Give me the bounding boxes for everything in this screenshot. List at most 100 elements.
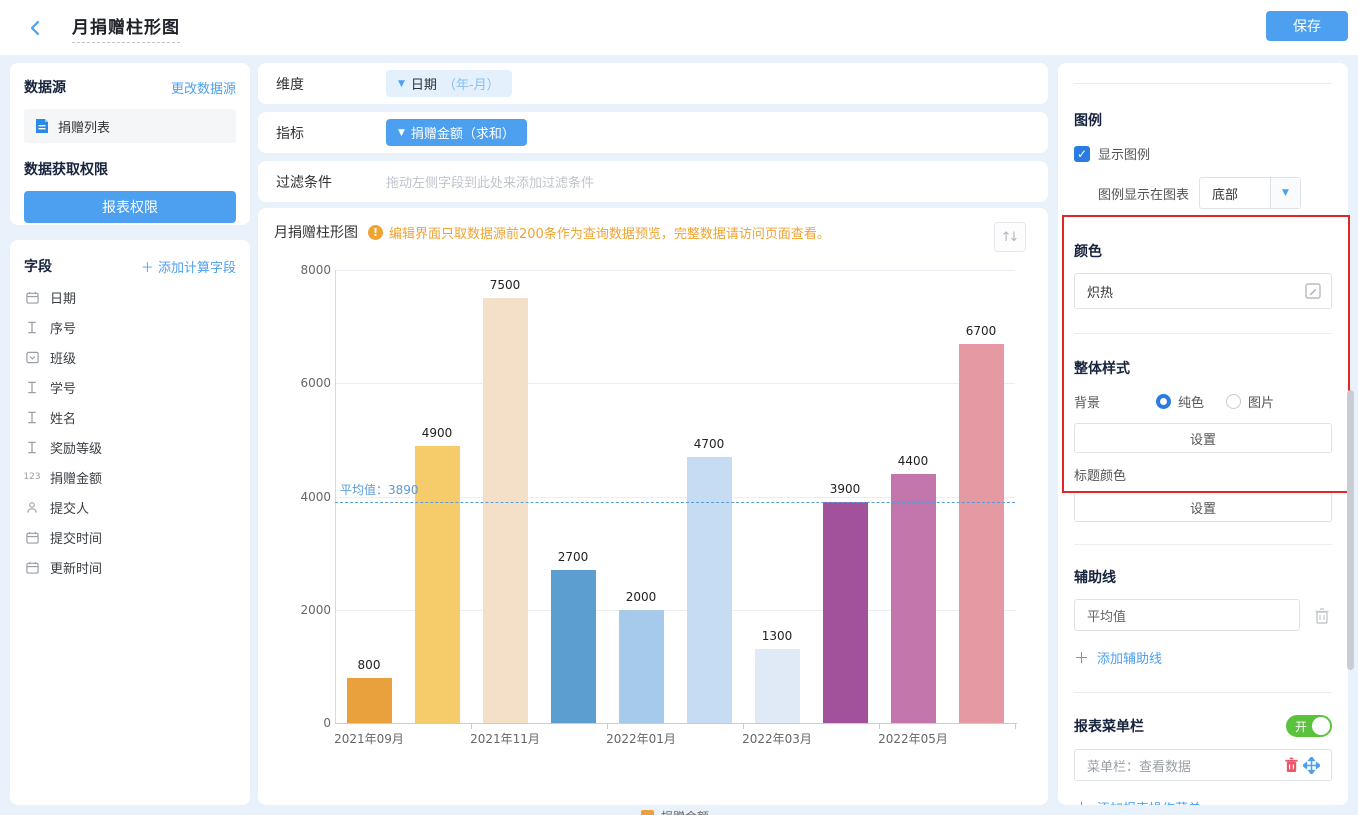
bar-value-label: 2700 [557, 550, 589, 565]
bar[interactable] [822, 502, 868, 723]
field-item[interactable]: 班级 [24, 342, 236, 372]
field-item[interactable]: 提交人 [24, 492, 236, 522]
metric-chip[interactable]: ▼ 捐赠金额（求和） [386, 119, 527, 146]
bg-solid-radio[interactable]: 纯色 [1156, 392, 1204, 411]
show-legend-label: 显示图例 [1098, 148, 1151, 163]
field-item[interactable]: 序号 [24, 312, 236, 342]
bar[interactable] [958, 343, 1004, 723]
datasource-item[interactable]: 捐赠列表 [24, 109, 236, 143]
background-set-button[interactable]: 设置 [1074, 423, 1332, 453]
move-menu-item-handle[interactable] [1301, 756, 1321, 774]
y-axis-tick-label: 8000 [300, 263, 331, 277]
field-item[interactable]: 更新时间 [24, 552, 236, 582]
checkbox-checked-icon[interactable]: ✓ [1074, 145, 1090, 162]
legend-position-label: 图例显示在图表 [1098, 187, 1190, 203]
dimension-chip[interactable]: ▼ 日期 （年-月） [386, 70, 512, 97]
bar[interactable] [686, 456, 732, 723]
bar[interactable] [754, 649, 800, 723]
bar[interactable] [482, 298, 528, 723]
x-axis-category-label: 2021年09月 [334, 732, 404, 746]
add-report-menu-link[interactable]: ＋ 添加报表操作菜单 [1074, 797, 1332, 805]
sort-arrows-icon: ↑↓ [1000, 229, 1020, 245]
field-item[interactable]: 姓名 [24, 402, 236, 432]
back-button[interactable] [22, 14, 50, 42]
field-item[interactable]: 123 捐赠金额 [23, 462, 236, 492]
plus-icon: ＋ [140, 260, 158, 276]
field-item[interactable]: 提交时间 [24, 522, 236, 552]
field-item[interactable]: 日期 [24, 282, 236, 312]
gridline [335, 270, 1015, 271]
x-axis-category-label: 2022年01月 [606, 732, 676, 746]
bar-chart-plot[interactable]: 0 2000 4000 6000 8000 800 4900 7500 2700 2000 4700… [300, 263, 1017, 815]
bar-value-label: 7500 [489, 278, 521, 293]
add-aux-line-link[interactable]: ＋ 添加辅助线 [1074, 647, 1332, 668]
bar[interactable] [550, 570, 596, 723]
bar[interactable] [414, 445, 460, 723]
bg-image-radio[interactable]: 图片 [1226, 392, 1274, 411]
title-color-set-button[interactable]: 设置 [1074, 492, 1332, 522]
bar-value-label: 3900 [829, 482, 861, 497]
divider [1074, 544, 1332, 545]
color-scheme-input[interactable]: 炽热 [1074, 273, 1332, 309]
edit-pencil-icon[interactable] [1305, 283, 1321, 299]
delete-aux-line-button[interactable] [1312, 607, 1332, 624]
x-axis-category-label: 2022年05月 [878, 732, 948, 746]
filter-row[interactable]: 过滤条件 拖动左侧字段到此处来添加过滤条件 [258, 161, 1048, 202]
menu-bar-toggle[interactable]: 开 [1286, 715, 1332, 737]
bar[interactable] [346, 677, 392, 723]
chevron-left-icon [30, 20, 40, 35]
bar-value-label: 800 [357, 657, 381, 672]
field-item[interactable]: 奖励等级 [24, 432, 236, 462]
x-axis-tick [607, 723, 608, 729]
title-color-label: 标题颜色 [1074, 469, 1127, 484]
aux-line-name-input[interactable]: 平均值 [1074, 599, 1300, 631]
plus-icon: ＋ [1074, 797, 1089, 805]
move-arrows-icon [1302, 756, 1320, 774]
trash-icon [1284, 757, 1298, 773]
chart-card: 月捐赠柱形图 ! 编辑界面只取数据源前200条作为查询数据预览，完整数据请访问页… [258, 208, 1048, 815]
x-axis-category-label: 2022年03月 [742, 732, 812, 746]
x-axis-tick [1015, 723, 1016, 729]
bar-value-label: 1300 [761, 629, 793, 644]
plus-icon: ＋ [1074, 649, 1090, 667]
divider [1074, 692, 1332, 693]
style-section-title: 整体样式 [1074, 361, 1130, 377]
x-axis-tick [879, 723, 880, 729]
report-permission-button[interactable]: 报表权限 [24, 191, 236, 223]
filter-placeholder: 拖动左侧字段到此处来添加过滤条件 [386, 176, 595, 191]
sort-toggle-button[interactable]: ↑↓ [994, 222, 1026, 252]
legend-position-select[interactable]: 底部 ▼ [1199, 177, 1302, 209]
settings-scrollbar-thumb[interactable] [1347, 390, 1354, 670]
y-axis-tick-label: 4000 [300, 489, 331, 504]
number-icon: 123 [23, 472, 41, 482]
text-icon [24, 381, 40, 394]
fields-panel: 字段 ＋ 添加计算字段 日期 序号 班级 学号 姓名 奖励等级 123 捐赠金额 提交人 提交时间… [10, 240, 250, 805]
show-legend-checkbox-row[interactable]: ✓ 显示图例 [1074, 144, 1332, 163]
datasource-item-label: 捐赠列表 [58, 120, 111, 136]
page-title-wrap[interactable]: 月捐赠柱形图 [72, 13, 180, 43]
radio-unselected-icon [1226, 394, 1242, 409]
chart-legend: 捐赠金额 [335, 808, 1015, 815]
text-icon [24, 321, 40, 334]
legend-label: 捐赠金额 [661, 808, 709, 815]
menu-item-row[interactable]: 菜单栏：查看数据 [1074, 749, 1332, 781]
legend-item[interactable]: 捐赠金额 [640, 808, 709, 815]
bar[interactable] [618, 609, 664, 723]
field-label: 班级 [50, 351, 77, 367]
field-item[interactable]: 学号 [24, 372, 236, 402]
delete-menu-item-button[interactable] [1281, 757, 1301, 773]
add-calc-field-link[interactable]: ＋ 添加计算字段 [141, 257, 236, 276]
radio-selected-icon [1156, 394, 1171, 409]
change-datasource-link[interactable]: 更改数据源 [171, 78, 236, 97]
bar-value-label: 4700 [693, 436, 725, 451]
chevron-down-icon: ▼ [398, 78, 405, 89]
toggle-knob [1312, 717, 1330, 735]
field-label: 提交时间 [50, 531, 103, 547]
save-button[interactable]: 保存 [1266, 11, 1348, 41]
bar[interactable] [890, 473, 936, 723]
top-bar: 月捐赠柱形图 保存 [0, 0, 1358, 55]
bar-value-label: 2000 [625, 589, 657, 604]
gridline [335, 383, 1015, 385]
field-label: 学号 [50, 381, 77, 397]
page-title: 月捐赠柱形图 [72, 17, 180, 38]
